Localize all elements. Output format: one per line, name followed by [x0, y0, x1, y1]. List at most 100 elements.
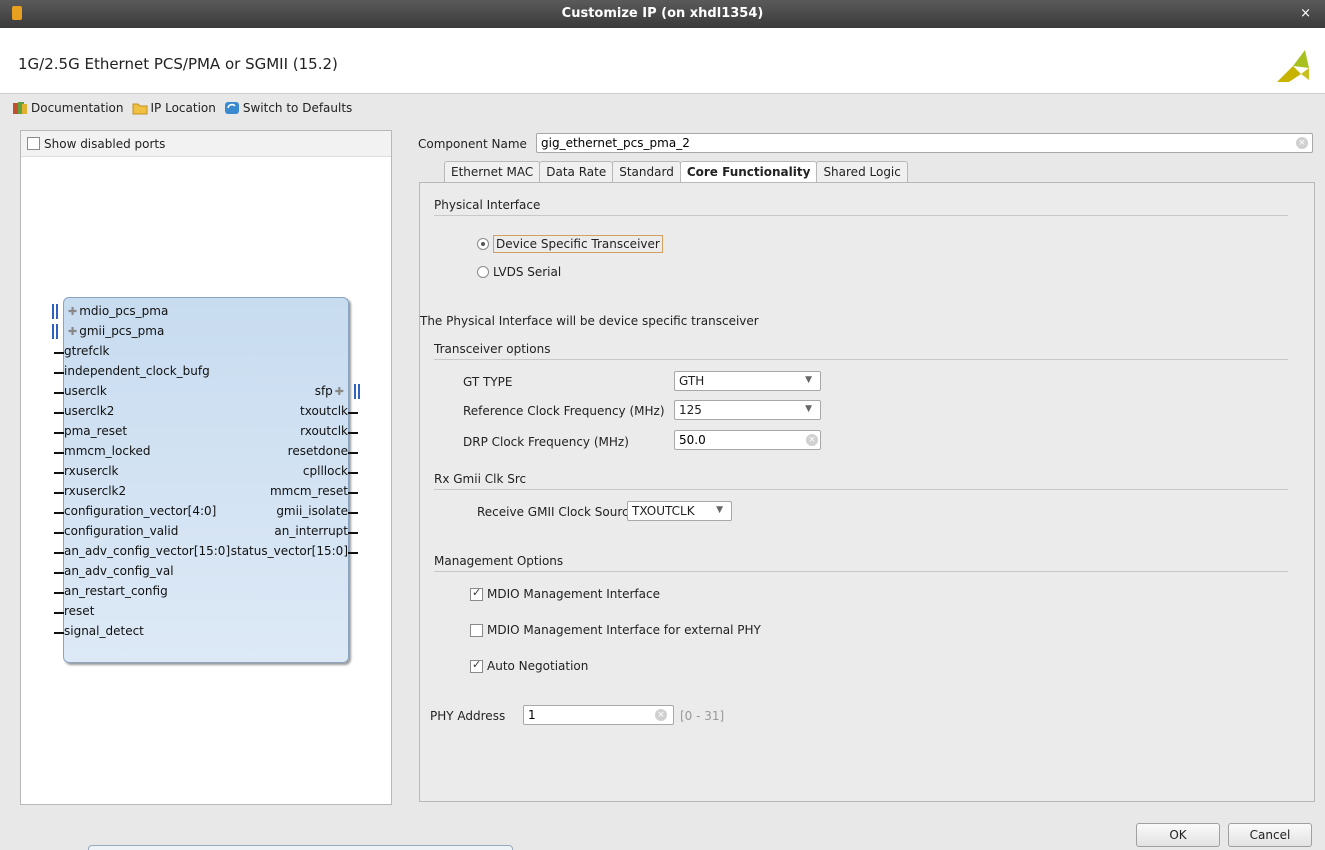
lvds-serial-radio[interactable]: [477, 266, 489, 278]
pin-stub: [54, 372, 64, 374]
lvds-serial-option[interactable]: LVDS Serial: [477, 265, 561, 279]
left-pin: signal_detect: [54, 624, 144, 638]
pin-stub: [54, 572, 64, 574]
gt-type-select[interactable]: GTH ▼: [674, 371, 821, 391]
reference-clock-value: 125: [679, 403, 702, 417]
device-specific-transceiver-option[interactable]: Device Specific Transceiver: [477, 235, 663, 253]
bus-pin-marker: [52, 304, 58, 319]
left-pin: ✚ gmii_pcs_pma: [52, 324, 164, 339]
show-disabled-ports-label: Show disabled ports: [44, 136, 166, 151]
pin-label: configuration_vector[4:0]: [64, 504, 217, 518]
left-pin: rxuserclk: [54, 464, 119, 478]
ip-location-button[interactable]: IP Location: [132, 101, 216, 115]
right-pin: sfp ✚: [315, 384, 360, 399]
auto-negotiation-label: Auto Negotiation: [487, 659, 589, 673]
tab-core-functionality[interactable]: Core Functionality: [679, 161, 818, 182]
switch-defaults-button[interactable]: Switch to Defaults: [224, 101, 352, 115]
component-name-label: Component Name: [418, 137, 527, 151]
pin-label: rxuserclk: [64, 464, 119, 478]
right-pin: resetdone: [288, 444, 358, 458]
right-pin: cplllock: [303, 464, 358, 478]
toolbar: Documentation IP Location Switch to Defa…: [12, 98, 356, 118]
pin-label: independent_clock_bufg: [64, 364, 210, 378]
left-pin: userclk: [54, 384, 107, 398]
expand-icon[interactable]: ✚: [335, 385, 344, 398]
pin-label: an_interrupt: [274, 524, 348, 538]
left-pin: independent_clock_bufg: [54, 364, 210, 378]
right-pin: mmcm_reset: [270, 484, 358, 498]
pin-stub: [348, 492, 358, 494]
reference-clock-label: Reference Clock Frequency (MHz): [463, 404, 665, 418]
pin-stub: [348, 512, 358, 514]
receive-gmii-clock-select[interactable]: TXOUTCLK ▼: [627, 501, 732, 521]
right-pin: rxoutclk: [300, 424, 358, 438]
expand-icon[interactable]: ✚: [68, 305, 77, 318]
mdio-external-phy-label: MDIO Management Interface for external P…: [487, 623, 761, 637]
clear-icon[interactable]: ×: [655, 709, 667, 721]
phy-address-label: PHY Address: [430, 709, 506, 723]
phy-address-input[interactable]: [523, 705, 674, 725]
ip-symbol-block: ✚ mdio_pcs_pma ✚ gmii_pcs_pma gtrefclk indepe…: [52, 297, 360, 663]
pin-label: rxoutclk: [300, 424, 348, 438]
gt-type-value: GTH: [679, 374, 705, 388]
dropdown-arrow-icon: ▼: [716, 505, 723, 515]
transceiver-options-heading: Transceiver options: [434, 342, 1288, 360]
pin-label: an_restart_config: [64, 584, 168, 598]
pin-label: status_vector[15:0]: [230, 544, 348, 558]
device-specific-radio[interactable]: [477, 238, 489, 250]
ok-button[interactable]: OK: [1136, 823, 1220, 847]
mdio-external-phy-option[interactable]: MDIO Management Interface for external P…: [470, 623, 761, 637]
left-pin: mmcm_locked: [54, 444, 150, 458]
pin-stub: [348, 432, 358, 434]
tab-data-rate[interactable]: Data Rate: [539, 161, 614, 182]
auto-negotiation-option[interactable]: Auto Negotiation: [470, 658, 589, 673]
cancel-button[interactable]: Cancel: [1228, 823, 1312, 847]
reference-clock-select[interactable]: 125 ▼: [674, 400, 821, 420]
right-pin: status_vector[15:0]: [230, 544, 358, 558]
physical-interface-note: The Physical Interface will be device sp…: [420, 314, 759, 328]
folder-icon: [132, 103, 148, 115]
left-pin: rxuserclk2: [54, 484, 126, 498]
documentation-button[interactable]: Documentation: [12, 101, 124, 115]
xilinx-logo-icon: [1277, 50, 1309, 82]
pin-stub: [54, 472, 64, 474]
pin-stub: [54, 352, 64, 354]
pin-label: an_adv_config_vector[15:0]: [64, 544, 231, 558]
mdio-checkbox[interactable]: [470, 586, 483, 601]
pin-stub: [54, 452, 64, 454]
tab-ethernet-mac[interactable]: Ethernet MAC: [444, 161, 541, 182]
pin-stub: [348, 452, 358, 454]
ip-location-label: IP Location: [150, 101, 216, 115]
pin-label: userclk2: [64, 404, 115, 418]
show-disabled-ports-checkbox[interactable]: [27, 137, 40, 150]
show-disabled-ports-row[interactable]: Show disabled ports: [21, 131, 391, 157]
component-name-input[interactable]: [536, 133, 1313, 153]
receive-gmii-clock-value: TXOUTCLK: [632, 504, 695, 518]
pin-label: gmii_isolate: [276, 504, 348, 518]
mdio-option[interactable]: MDIO Management Interface: [470, 586, 660, 601]
clear-icon[interactable]: ×: [806, 434, 818, 446]
pin-label: signal_detect: [64, 624, 144, 638]
pin-stub: [54, 392, 64, 394]
drp-clock-input[interactable]: [674, 430, 821, 450]
bottom-tab: [88, 845, 513, 850]
left-pin: an_restart_config: [54, 584, 168, 598]
left-pin: an_adv_config_vector[15:0]: [54, 544, 231, 558]
ip-title: 1G/2.5G Ethernet PCS/PMA or SGMII (15.2): [18, 55, 338, 73]
phy-address-range: [0 - 31]: [680, 709, 725, 723]
left-pin: gtrefclk: [54, 344, 110, 358]
left-pin: reset: [54, 604, 94, 618]
clear-icon[interactable]: ×: [1296, 137, 1308, 149]
pin-label: gtrefclk: [64, 344, 110, 358]
device-specific-label: Device Specific Transceiver: [493, 235, 663, 253]
tab-standard[interactable]: Standard: [612, 161, 681, 182]
gt-type-label: GT TYPE: [463, 375, 513, 389]
expand-icon[interactable]: ✚: [68, 325, 77, 338]
close-icon[interactable]: ×: [1300, 6, 1311, 21]
dropdown-arrow-icon: ▼: [805, 375, 812, 385]
pin-label: an_adv_config_val: [64, 564, 174, 578]
mdio-external-phy-checkbox[interactable]: [470, 623, 483, 637]
auto-negotiation-checkbox[interactable]: [470, 658, 483, 673]
pin-stub: [348, 532, 358, 534]
tab-shared-logic[interactable]: Shared Logic: [816, 161, 908, 182]
